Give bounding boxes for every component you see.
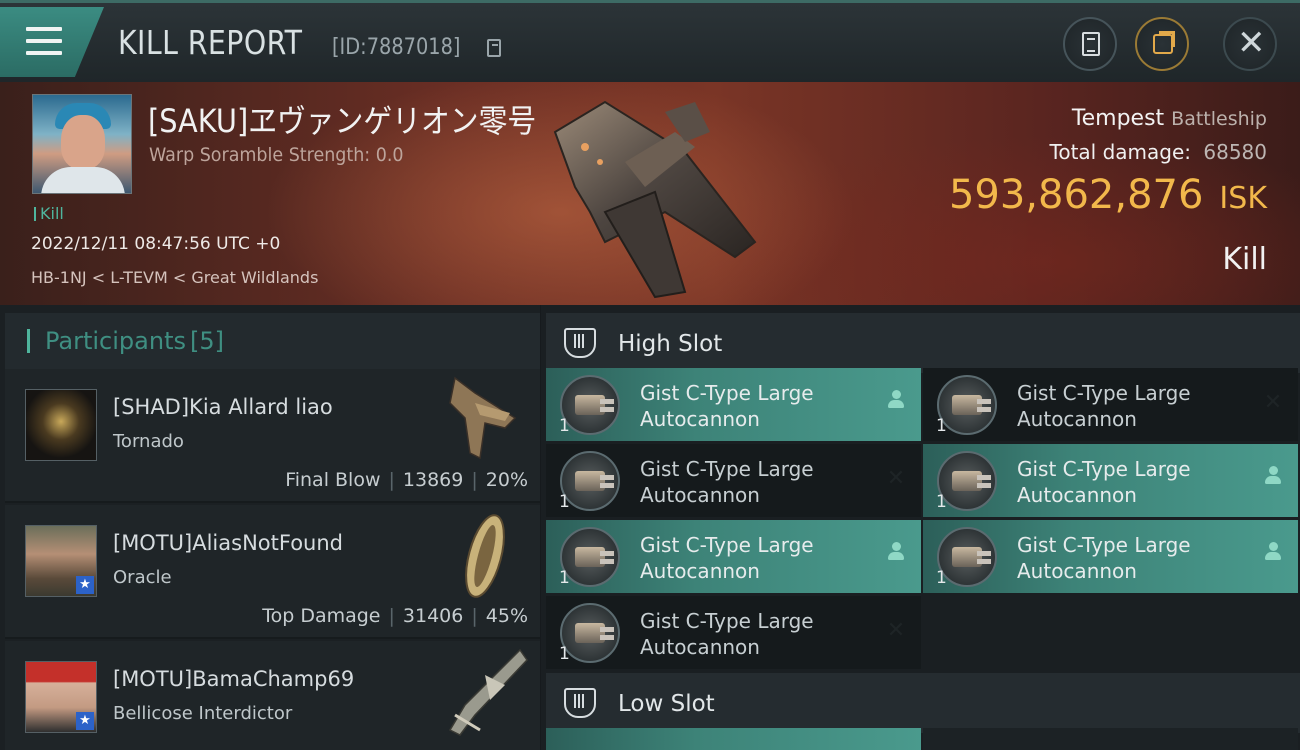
isk-value: 593,862,876 ISK bbox=[949, 172, 1267, 218]
isk-amount: 593,862,876 bbox=[948, 172, 1204, 218]
module-name: Gist C-Type Large Autocannon bbox=[1017, 533, 1191, 583]
participant-damage: 13869 bbox=[402, 469, 464, 491]
report-id: [ID:7887018] bbox=[332, 35, 461, 60]
participant-ship: Oracle bbox=[113, 567, 172, 588]
participants-header[interactable]: Participants [5] bbox=[5, 313, 540, 369]
participant-avatar[interactable]: ★ bbox=[25, 525, 97, 597]
participant-avatar[interactable] bbox=[25, 389, 97, 461]
isk-unit: ISK bbox=[1219, 181, 1267, 216]
module-slot[interactable]: 1 Gist C-Type Large Autocannon bbox=[923, 520, 1298, 593]
participant-name[interactable]: [MOTU]BamaChamp69 bbox=[113, 667, 354, 691]
warp-scramble-strength: Warp Soramble Strength: 0.0 bbox=[149, 144, 404, 166]
module-name: Gist C-Type Large Autocannon bbox=[1017, 457, 1191, 507]
close-icon: ✕ bbox=[1237, 23, 1266, 63]
participants-label: Participants bbox=[45, 327, 186, 355]
star-icon: ★ bbox=[76, 576, 94, 594]
low-slot-header: Low Slot bbox=[546, 673, 1300, 733]
person-icon bbox=[885, 390, 907, 416]
participant-ship-image bbox=[449, 376, 517, 460]
page-title: KILL REPORT bbox=[118, 23, 303, 62]
module-quantity: 1 bbox=[936, 568, 947, 588]
participant-ship-image bbox=[465, 514, 505, 598]
participant-name[interactable]: [SHAD]Kia Allard liao bbox=[113, 395, 333, 419]
high-slot-label: High Slot bbox=[618, 331, 723, 357]
notes-button[interactable] bbox=[1063, 17, 1117, 71]
participant-ship: Tornado bbox=[113, 431, 184, 452]
module-name: Gist C-Type Large Autocannon bbox=[1017, 381, 1191, 431]
module-slot[interactable]: 1 Gist C-Type Large Autocannon ✕ bbox=[546, 444, 921, 517]
participant-stats: Final Blow | 13869 | 20% bbox=[285, 469, 528, 491]
victim-ship-image bbox=[553, 100, 757, 299]
participant-role: Top Damage bbox=[262, 605, 381, 627]
kill-result: Kill bbox=[1222, 242, 1267, 277]
title-bar: KILL REPORT [ID:7887018] ✕ bbox=[0, 0, 1300, 82]
module-slot[interactable]: 1 Gist C-Type Large Autocannon bbox=[546, 368, 921, 441]
copy-icon[interactable] bbox=[487, 39, 501, 57]
person-icon bbox=[1262, 542, 1284, 568]
high-slot-header: High Slot bbox=[546, 313, 1300, 373]
participant-row[interactable]: [SHAD]Kia Allard liao Tornado Final Blow… bbox=[5, 369, 540, 503]
victim-name[interactable]: [SAKU]ヱヴァンゲリオン零号 bbox=[148, 96, 536, 142]
module-name: Gist C-Type Large Autocannon bbox=[640, 533, 814, 583]
ship-class: Battleship bbox=[1171, 108, 1267, 130]
module-quantity: 1 bbox=[559, 492, 570, 512]
module-slot[interactable]: 1 Gist C-Type Large Autocannon ✕ bbox=[923, 368, 1298, 441]
kill-timestamp: 2022/12/11 08:47:56 UTC +0 bbox=[31, 234, 281, 254]
module-slot[interactable] bbox=[546, 728, 921, 750]
victim-panel: [SAKU]ヱヴァンゲリオン零号 Warp Soramble Strength:… bbox=[0, 82, 1300, 305]
participants-panel: Participants [5] [SHAD]Kia Allard liao To… bbox=[0, 305, 540, 750]
high-slot-icon bbox=[564, 328, 596, 358]
x-icon: ✕ bbox=[886, 466, 906, 491]
module-name: Gist C-Type Large Autocannon bbox=[640, 457, 814, 507]
module-quantity: 1 bbox=[559, 568, 570, 588]
x-icon: ✕ bbox=[886, 618, 906, 643]
participant-ship: Bellicose Interdictor bbox=[113, 703, 293, 724]
victim-ship-type: Tempest Battleship bbox=[1072, 106, 1267, 131]
person-icon bbox=[1262, 466, 1284, 492]
low-slot-icon bbox=[564, 688, 596, 718]
hamburger-icon bbox=[26, 27, 62, 55]
menu-button[interactable] bbox=[0, 7, 104, 77]
low-slot-label: Low Slot bbox=[618, 691, 715, 717]
arrow-out-icon bbox=[1159, 31, 1175, 47]
module-slot[interactable]: 1 Gist C-Type Large Autocannon bbox=[923, 444, 1298, 517]
total-damage-label: Total damage: bbox=[1049, 140, 1192, 164]
participant-damage: 31406 bbox=[402, 605, 464, 627]
participant-role: Final Blow bbox=[285, 469, 381, 491]
person-icon bbox=[885, 542, 907, 568]
participant-percent: 45% bbox=[485, 605, 528, 627]
participant-row[interactable]: ★ [MOTU]AliasNotFound Oracle Top Damage |… bbox=[5, 505, 540, 639]
total-damage-value: 68580 bbox=[1203, 140, 1267, 164]
star-icon: ★ bbox=[76, 712, 94, 730]
participant-ship-image bbox=[448, 648, 528, 736]
ship-name[interactable]: Tempest bbox=[1072, 106, 1164, 131]
victim-avatar[interactable] bbox=[32, 94, 132, 194]
participant-avatar[interactable]: ★ bbox=[25, 661, 97, 733]
fitting-panel: High Slot 1 Gist C-Type Large Autocannon… bbox=[541, 305, 1300, 750]
kill-location[interactable]: HB-1NJ < L-TEVM < Great Wildlands bbox=[31, 268, 318, 287]
participant-row[interactable]: ★ [MOTU]BamaChamp69 Bellicose Interdicto… bbox=[5, 641, 540, 750]
close-button[interactable]: ✕ bbox=[1223, 17, 1277, 71]
module-slot[interactable]: 1 Gist C-Type Large Autocannon bbox=[546, 520, 921, 593]
module-name: Gist C-Type Large Autocannon bbox=[640, 609, 814, 659]
participant-percent: 20% bbox=[485, 469, 528, 491]
participant-name[interactable]: [MOTU]AliasNotFound bbox=[113, 531, 343, 555]
module-quantity: 1 bbox=[559, 416, 570, 436]
kill-tag: Kill bbox=[34, 204, 64, 223]
module-quantity: 1 bbox=[936, 416, 947, 436]
module-quantity: 1 bbox=[936, 492, 947, 512]
x-icon: ✕ bbox=[1263, 390, 1283, 415]
document-icon bbox=[1082, 32, 1100, 56]
module-name: Gist C-Type Large Autocannon bbox=[640, 381, 814, 431]
module-slot[interactable]: 1 Gist C-Type Large Autocannon ✕ bbox=[546, 596, 921, 669]
module-quantity: 1 bbox=[559, 644, 570, 664]
total-damage: Total damage: 68580 bbox=[1050, 140, 1267, 164]
participant-stats: Top Damage | 31406 | 45% bbox=[262, 605, 528, 627]
share-button[interactable] bbox=[1135, 17, 1189, 71]
module-slot[interactable] bbox=[923, 728, 1298, 750]
participants-count: [5] bbox=[189, 327, 224, 355]
